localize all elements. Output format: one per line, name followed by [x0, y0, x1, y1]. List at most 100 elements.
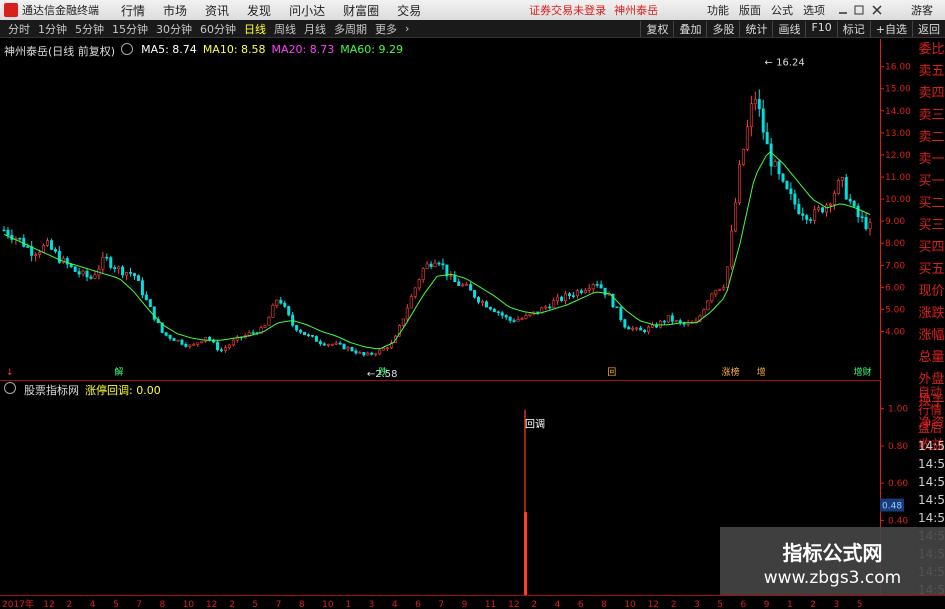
price-chart[interactable]: ← 16.24←2.58解跌回涨榜增增财↓: [0, 39, 880, 379]
menu-quotes[interactable]: 行情: [121, 2, 145, 19]
date-tick: 8: [299, 600, 305, 609]
candle: [93, 270, 97, 280]
menu-wealth-circle[interactable]: 财富圈: [343, 2, 379, 19]
guest-label[interactable]: 游客: [911, 2, 933, 18]
period-5min[interactable]: 5分钟: [75, 21, 104, 37]
candle: [390, 340, 394, 350]
menu-news[interactable]: 资讯: [205, 2, 229, 19]
menu-assistant[interactable]: 问小达: [289, 2, 325, 19]
candle: [49, 238, 53, 251]
candle: [113, 265, 117, 273]
candle: [836, 178, 840, 195]
candle: [773, 159, 777, 167]
svg-text:6.00: 6.00: [885, 283, 905, 293]
tool-multi-stock[interactable]: 多股: [706, 20, 739, 37]
candle: [172, 337, 176, 341]
date-axis: 2017年 12 2 4 5 7 8 10 12 2 5 7 8 10 1 3 4 6 7 9 11 12 2 4 6 8 10 12…: [0, 595, 945, 609]
svg-text:0.80: 0.80: [888, 442, 908, 452]
high-annotation: ← 16.24: [765, 57, 805, 68]
candle: [235, 335, 239, 343]
candle: [101, 251, 105, 275]
candle: [176, 339, 180, 342]
tick-time: 14:56: [918, 511, 945, 525]
candle: [848, 194, 852, 205]
candle: [516, 316, 520, 322]
window-controls-icon[interactable]: [837, 3, 885, 17]
candle: [318, 339, 322, 347]
candle: [30, 240, 34, 262]
tool-f10[interactable]: F10: [805, 20, 836, 37]
candle: [745, 119, 749, 152]
date-tick: 6: [415, 600, 421, 609]
candle: [401, 318, 405, 327]
quote-label: 卖五: [918, 64, 945, 79]
lower-panel-label[interactable]: 行情: [918, 401, 945, 419]
event-marker[interactable]: 增财: [854, 366, 872, 378]
candle: [354, 348, 358, 355]
period-30min[interactable]: 30分钟: [156, 21, 192, 37]
candle: [109, 255, 113, 270]
date-tick: 5: [717, 600, 723, 609]
candle: [362, 352, 366, 357]
candle: [722, 284, 726, 291]
period-monthly[interactable]: 月线: [304, 21, 326, 37]
event-marker[interactable]: 跌: [378, 367, 387, 378]
candle: [10, 229, 14, 244]
candle: [287, 305, 291, 317]
tool-overlay[interactable]: 叠加: [673, 20, 706, 37]
candle: [528, 313, 532, 318]
trade-login-notice[interactable]: 证券交易未登录: [529, 2, 606, 18]
candle: [184, 342, 188, 348]
lower-panel-label[interactable]: 自动: [918, 383, 945, 401]
menu-discover[interactable]: 发现: [247, 2, 271, 19]
menu-formula[interactable]: 公式: [771, 2, 793, 18]
tool-stats[interactable]: 统计: [739, 20, 772, 37]
event-marker[interactable]: 增: [757, 366, 766, 378]
date-tick: 8: [159, 600, 165, 609]
candle: [571, 292, 575, 299]
lower-panel-label[interactable]: 盘后: [918, 419, 945, 437]
period-60min[interactable]: 60分钟: [200, 21, 236, 37]
quote-label: 委比: [918, 42, 945, 57]
quote-label: 卖二: [918, 130, 945, 145]
candle: [22, 234, 26, 248]
menu-options[interactable]: 选项: [803, 2, 825, 18]
menu-market[interactable]: 市场: [163, 2, 187, 19]
tool-adjust[interactable]: 复权: [640, 20, 673, 37]
candle: [817, 204, 821, 212]
price-tick: 15.00: [880, 85, 911, 95]
period-weekly[interactable]: 周线: [274, 21, 296, 37]
tool-mark[interactable]: 标记: [836, 20, 870, 37]
chevron-right-icon[interactable]: ›: [405, 22, 409, 35]
event-marker[interactable]: 涨榜: [722, 366, 740, 378]
candle: [89, 274, 93, 280]
candle: [279, 296, 283, 305]
date-tick: 2: [810, 600, 816, 609]
tool-back[interactable]: 返回: [912, 20, 945, 37]
right-menus: 功能 版面 公式 选项: [697, 2, 825, 18]
date-tick: 9: [764, 600, 770, 609]
candle: [765, 122, 769, 145]
period-intraday[interactable]: 分时: [8, 21, 30, 37]
candle: [73, 266, 77, 272]
tool-draw[interactable]: 画线: [772, 20, 805, 37]
candle: [567, 292, 571, 300]
event-marker[interactable]: 解: [114, 366, 123, 378]
period-daily[interactable]: 日线: [244, 21, 266, 37]
candle: [263, 325, 267, 329]
svg-text:4.00: 4.00: [885, 327, 905, 337]
menu-function[interactable]: 功能: [707, 2, 729, 18]
tool-add-watchlist[interactable]: +自选: [869, 20, 912, 37]
period-1min[interactable]: 1分钟: [38, 21, 67, 37]
date-tick: 6: [578, 600, 584, 609]
candle: [694, 317, 698, 323]
candle: [330, 343, 334, 346]
menu-trade[interactable]: 交易: [397, 2, 421, 19]
period-15min[interactable]: 15分钟: [112, 21, 148, 37]
event-marker[interactable]: 回: [607, 367, 616, 378]
candle: [306, 333, 310, 337]
quote-label: 涨跌: [918, 306, 945, 321]
period-multi[interactable]: 多周期: [334, 21, 367, 37]
menu-layout[interactable]: 版面: [739, 2, 761, 18]
period-more[interactable]: 更多: [375, 21, 397, 37]
